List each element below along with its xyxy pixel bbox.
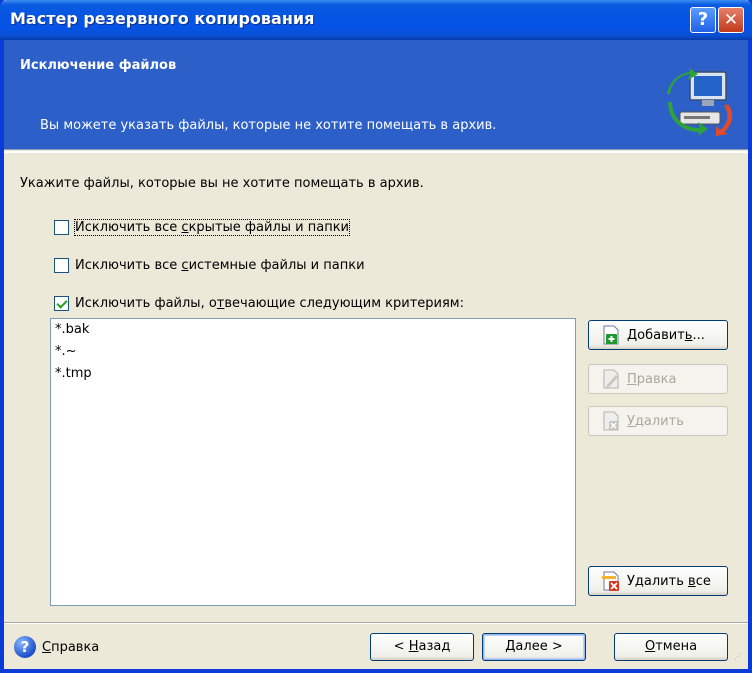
back-button[interactable]: < Назад [370, 633, 474, 661]
computer-backup-icon [667, 68, 733, 136]
title-bar: Мастер резервного копирования ? ✕ [0, 0, 752, 40]
exclude-hidden-checkbox[interactable] [54, 219, 69, 235]
exclude-system-checkbox[interactable] [54, 257, 69, 273]
title-help-button[interactable]: ? [690, 7, 716, 33]
window-title: Мастер резервного копирования [10, 9, 315, 28]
delete-button[interactable]: Удалить [588, 406, 728, 436]
help-link[interactable]: Справка [42, 640, 99, 655]
wizard-window: Мастер резервного копирования ? ✕ Исключ… [0, 0, 752, 673]
instruction-text: Укажите файлы, которые вы не хотите поме… [20, 176, 424, 191]
footer-divider [4, 622, 748, 624]
list-item[interactable]: *.bak [51, 319, 575, 341]
title-close-button[interactable]: ✕ [718, 7, 744, 33]
resize-grip[interactable]: ⋰ [734, 652, 744, 662]
exclude-criteria-label[interactable]: Исключить файлы, отвечающие следующим кр… [75, 296, 464, 311]
exclude-system-label[interactable]: Исключить все системные файлы и папки [75, 258, 365, 273]
delete-all-button-label: Удалить все [627, 573, 711, 589]
exclude-criteria-option[interactable]: Исключить файлы, отвечающие следующим кр… [54, 292, 464, 314]
edit-button[interactable]: Правка [588, 364, 728, 394]
exclude-hidden-option[interactable]: Исключить все скрытые файлы и папки [54, 216, 350, 238]
help-icon[interactable]: ? [14, 636, 36, 658]
add-doc-icon [603, 325, 619, 345]
exclude-hidden-label[interactable]: Исключить все скрытые файлы и папки [74, 218, 350, 236]
step-subtitle: Вы можете указать файлы, которые не хоти… [40, 118, 497, 133]
cancel-button[interactable]: Отмена [614, 633, 728, 661]
next-button[interactable]: Далее > [482, 633, 586, 661]
delete-button-label: Удалить [627, 413, 684, 429]
add-button-label: Добавить... [627, 327, 705, 343]
exclusion-list[interactable]: *.bak *.~ *.tmp [50, 318, 576, 606]
list-item[interactable]: *.tmp [51, 363, 575, 385]
edit-button-label: Правка [627, 371, 677, 387]
delete-doc-icon [603, 411, 619, 431]
exclude-criteria-checkbox[interactable] [54, 295, 69, 311]
exclude-system-option[interactable]: Исключить все системные файлы и папки [54, 254, 365, 276]
add-button[interactable]: Добавить... [588, 320, 728, 350]
delete-all-button[interactable]: Удалить все [588, 566, 728, 596]
step-title: Исключение файлов [20, 58, 177, 73]
delete-all-icon [602, 571, 619, 591]
list-item[interactable]: *.~ [51, 341, 575, 363]
header-divider [4, 151, 748, 153]
wizard-header: Исключение файлов Вы можете указать файл… [4, 40, 748, 150]
edit-doc-icon [603, 369, 619, 389]
